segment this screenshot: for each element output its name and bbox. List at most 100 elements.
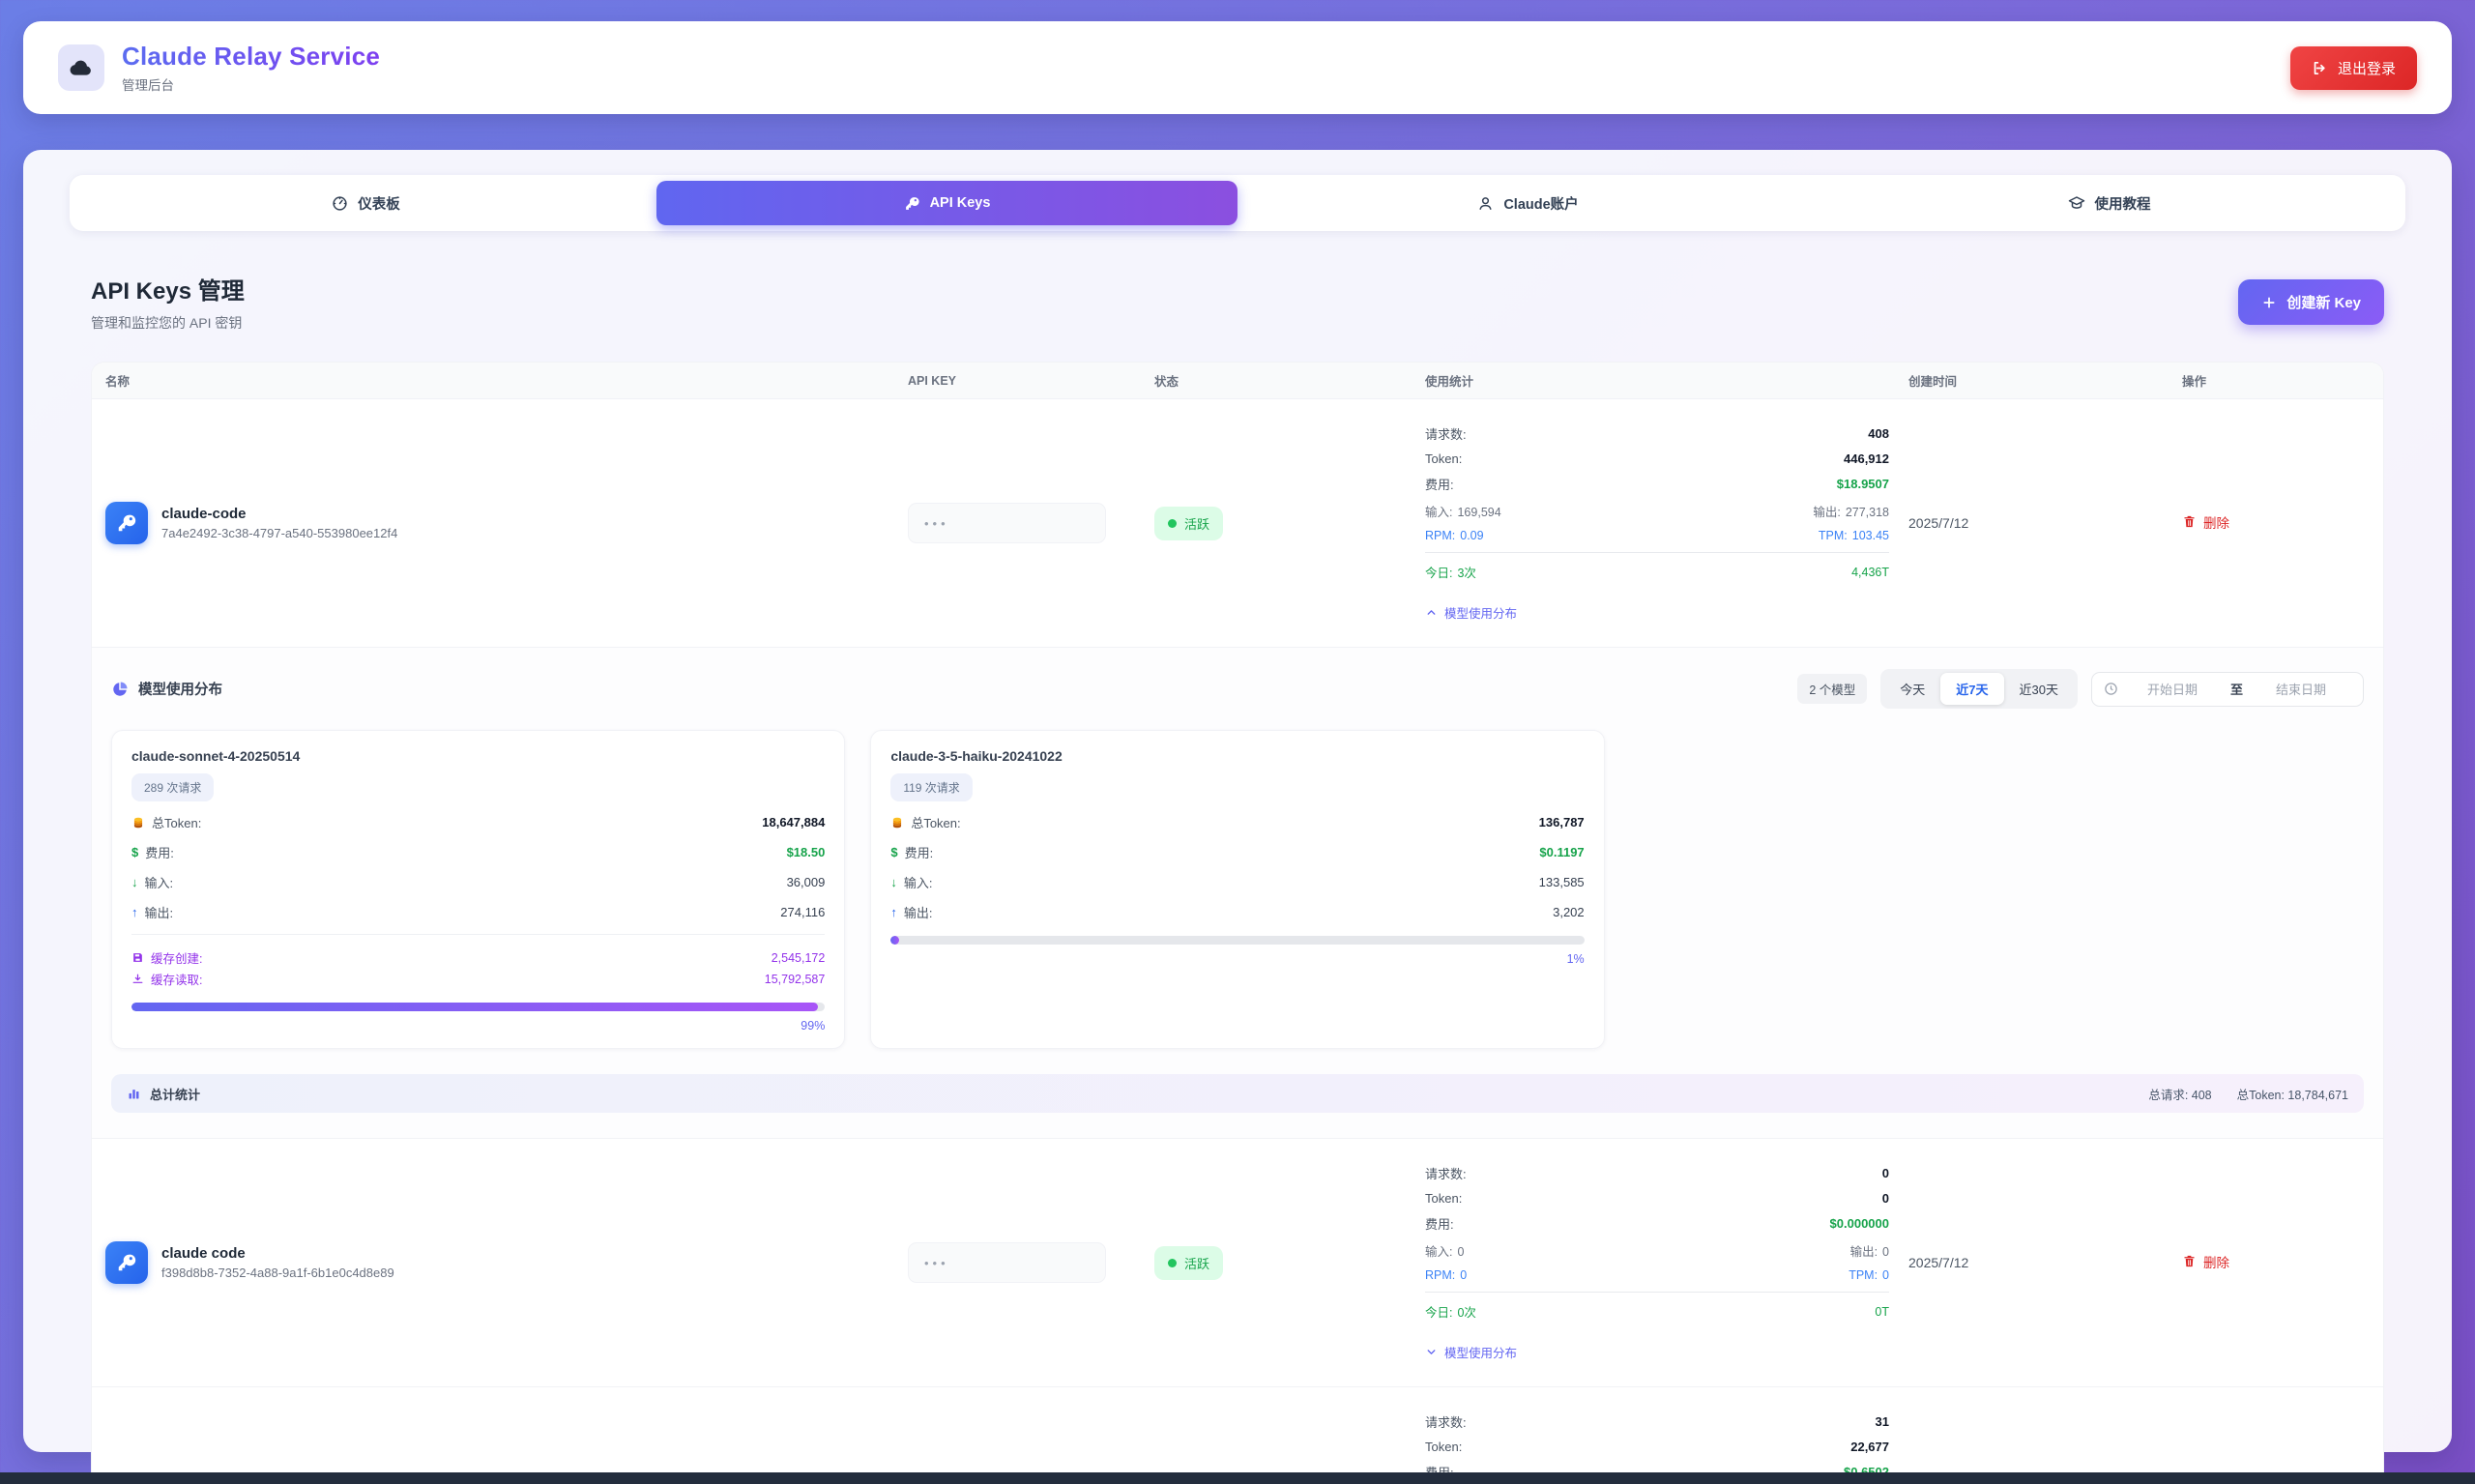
tab-tutorial[interactable]: 使用教程 — [1819, 181, 2400, 225]
usage-progress-bar — [890, 936, 1584, 945]
col-name: 名称 — [92, 371, 894, 390]
key-name: claude code — [161, 1245, 394, 1262]
app-title: Claude Relay Service — [122, 42, 380, 72]
cache-stats: 缓存创建:2,545,172 缓存读取:15,792,587 — [131, 934, 825, 988]
model-requests-badge: 289 次请求 — [131, 773, 214, 801]
tpm-value: TPM:0 — [1849, 1268, 1889, 1282]
model-total-token: 18,647,884 — [762, 815, 825, 829]
model-dist-toggle[interactable]: 模型使用分布 — [1425, 1343, 1517, 1361]
api-key-masked[interactable]: ••• — [908, 1242, 1106, 1283]
totals-label: 总计统计 — [150, 1085, 200, 1103]
trash-icon — [2182, 1254, 2197, 1268]
table-row: aaa 50dd6db8-4df0-4d8e-a12b-95afb6e6fbcc… — [92, 1386, 2383, 1484]
model-name: claude-3-5-haiku-20241022 — [890, 748, 1584, 764]
total-requests: 总请求: 408 — [2148, 1085, 2211, 1103]
token-value: 22,677 — [1850, 1440, 1889, 1454]
page-head: API Keys 管理 管理和监控您的 API 密钥 创建新 Key — [91, 272, 2384, 333]
model-dist-toggle[interactable]: 模型使用分布 — [1425, 603, 1517, 622]
today-tokens: 0T — [1875, 1305, 1889, 1319]
input-value: 输入:0 — [1425, 1241, 1464, 1260]
total-tokens: 总Token: 18,784,671 — [2237, 1085, 2348, 1103]
app-subtitle: 管理后台 — [122, 74, 380, 94]
chevron-down-icon — [1425, 1346, 1438, 1358]
tab-claude-account[interactable]: Claude账户 — [1238, 181, 1819, 225]
start-date-input[interactable]: 开始日期 — [2122, 680, 2223, 698]
requests-value: 408 — [1868, 426, 1889, 441]
delete-button[interactable]: 删除 — [2182, 1252, 2229, 1271]
plus-icon — [2261, 295, 2277, 310]
cloud-icon — [68, 54, 95, 81]
table-header: 名称 API KEY 状态 使用统计 创建时间 操作 — [92, 363, 2383, 399]
clock-icon — [2104, 682, 2118, 696]
api-key-masked[interactable]: ••• — [908, 503, 1106, 543]
usage-progress-bar — [131, 1003, 825, 1011]
today-requests: 今日:3次 — [1425, 563, 1476, 581]
usage-percent: 1% — [890, 952, 1584, 966]
model-requests-badge: 119 次请求 — [890, 773, 972, 801]
usage-stats: 请求数:408 Token:446,912 费用:$18.9507 输入:169… — [1425, 399, 1889, 647]
app-header: Claude Relay Service 管理后台 退出登录 — [23, 21, 2452, 114]
user-icon — [1477, 195, 1494, 212]
token-value: 446,912 — [1844, 451, 1889, 466]
model-input: 133,585 — [1539, 875, 1585, 889]
created-date: 2025/7/12 — [1895, 1255, 2169, 1270]
model-section-title: 模型使用分布 — [138, 679, 222, 699]
floppy-icon — [131, 951, 144, 964]
cost-value: $0.6502 — [1844, 1465, 1889, 1479]
status-dot-icon — [1168, 1259, 1177, 1267]
table-row: claude code f398d8b8-7352-4a88-9a1f-6b1e… — [92, 1138, 2383, 1386]
api-keys-table: 名称 API KEY 状态 使用统计 创建时间 操作 claude-code 7… — [91, 362, 2384, 1484]
totals-bar: 总计统计 总请求: 408 总Token: 18,784,671 — [111, 1074, 2364, 1113]
requests-value: 31 — [1876, 1414, 1889, 1429]
arrow-up-icon: ↑ — [890, 905, 897, 919]
key-icon — [105, 502, 148, 544]
logout-icon — [2312, 60, 2328, 76]
key-icon — [904, 195, 920, 212]
table-row: claude-code 7a4e2492-3c38-4797-a540-5539… — [92, 399, 2383, 647]
delete-button[interactable]: 删除 — [2182, 512, 2229, 532]
token-value: 0 — [1882, 1191, 1889, 1206]
tab-label: 仪表板 — [358, 193, 400, 214]
output-value: 输出:0 — [1850, 1241, 1889, 1260]
main-panel: 仪表板 API Keys Claude账户 使用教程 API Keys 管理 管… — [23, 150, 2452, 1452]
model-count-badge: 2 个模型 — [1797, 674, 1867, 704]
page-subtitle: 管理和监控您的 API 密钥 — [91, 313, 245, 333]
coins-icon — [131, 816, 145, 829]
rpm-value: RPM:0 — [1425, 1268, 1467, 1282]
model-distribution-section: 模型使用分布 2 个模型 今天 近7天 近30天 开始日期 至 结束日期 — [92, 647, 2383, 1138]
status-badge: 活跃 — [1154, 507, 1223, 540]
today-tokens: 4,436T — [1851, 566, 1889, 579]
cloud-logo — [58, 44, 104, 91]
tab-api-keys[interactable]: API Keys — [656, 181, 1238, 225]
gauge-icon — [332, 195, 348, 212]
range-7days-button[interactable]: 近7天 — [1940, 673, 2003, 705]
usage-percent: 99% — [131, 1019, 825, 1033]
col-key: API KEY — [894, 374, 1141, 388]
model-total-token: 136,787 — [1539, 815, 1585, 829]
output-value: 输出:277,318 — [1813, 502, 1889, 520]
cost-value: $0.000000 — [1830, 1216, 1889, 1231]
divider — [1425, 552, 1889, 553]
model-cost: $0.1197 — [1539, 845, 1584, 859]
graduation-cap-icon — [2068, 194, 2085, 212]
model-input: 36,009 — [787, 875, 826, 889]
dollar-icon: $ — [131, 845, 138, 859]
page-title: API Keys 管理 — [91, 272, 245, 306]
range-30days-button[interactable]: 近30天 — [2004, 673, 2074, 705]
rpm-value: RPM:0.09 — [1425, 529, 1484, 542]
tab-dashboard[interactable]: 仪表板 — [75, 181, 656, 225]
end-date-input[interactable]: 结束日期 — [2251, 680, 2351, 698]
model-output: 274,116 — [780, 905, 825, 919]
create-key-button[interactable]: 创建新 Key — [2238, 279, 2384, 325]
cost-value: $18.9507 — [1837, 477, 1889, 491]
range-today-button[interactable]: 今天 — [1884, 673, 1940, 705]
tab-label: Claude账户 — [1503, 193, 1578, 214]
usage-stats: 请求数:0 Token:0 费用:$0.000000 输入:0输出:0 RPM:… — [1425, 1139, 1889, 1386]
tab-label: 使用教程 — [2095, 193, 2151, 214]
logout-button[interactable]: 退出登录 — [2290, 46, 2417, 90]
date-range-picker[interactable]: 开始日期 至 结束日期 — [2091, 672, 2364, 707]
col-usage: 使用统计 — [1412, 371, 1895, 390]
range-segmented-control: 今天 近7天 近30天 — [1880, 669, 2078, 709]
date-separator: 至 — [2227, 680, 2247, 698]
arrow-up-icon: ↑ — [131, 905, 138, 919]
